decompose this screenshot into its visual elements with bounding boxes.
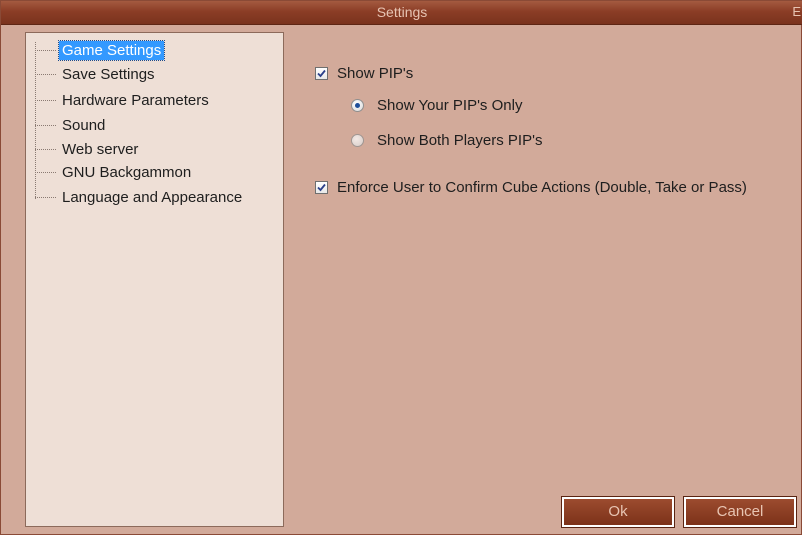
radio-label: Show Both Players PIP's xyxy=(377,132,543,149)
tree-connector xyxy=(35,73,56,75)
cancel-button[interactable]: Cancel xyxy=(683,496,797,528)
tree-item-label: Save Settings xyxy=(62,65,155,83)
tree-item-label: Language and Appearance xyxy=(62,188,243,206)
radio-dot-icon[interactable] xyxy=(351,99,364,112)
show-pips-checkbox[interactable]: Show PIP's xyxy=(315,65,413,82)
checkmark-icon[interactable] xyxy=(315,67,328,80)
show-pips-label: Show PIP's xyxy=(337,65,414,82)
tree-item-sound[interactable]: Sound xyxy=(35,114,108,136)
radio-empty-icon[interactable] xyxy=(351,134,364,147)
tree-item-language-and-appearance[interactable]: Language and Appearance xyxy=(35,186,245,208)
tree-connector xyxy=(35,49,56,51)
tree-item-label: GNU Backgammon xyxy=(62,163,192,181)
radio-show-both-players-pips[interactable]: Show Both Players PIP's xyxy=(351,132,542,149)
tree-connector xyxy=(35,124,56,126)
tree-item-game-settings[interactable]: Game Settings xyxy=(35,39,166,61)
checkmark-icon[interactable] xyxy=(315,181,328,194)
tree-item-web-server[interactable]: Web server xyxy=(35,138,141,160)
tree-connector xyxy=(35,171,56,173)
settings-window: Settings E Game Settings Save Settings H… xyxy=(0,0,802,535)
tree-connector xyxy=(35,99,56,101)
enforce-confirm-label: Enforce User to Confirm Cube Actions (Do… xyxy=(337,179,747,196)
tree-item-label: Web server xyxy=(62,140,139,158)
window-title: Settings xyxy=(376,4,428,20)
enforce-confirm-checkbox[interactable]: Enforce User to Confirm Cube Actions (Do… xyxy=(315,179,747,196)
tree-connector xyxy=(35,196,56,198)
tree-item-label: Hardware Parameters xyxy=(62,91,209,109)
tree-item-hardware-parameters[interactable]: Hardware Parameters xyxy=(35,89,212,111)
radio-label: Show Your PIP's Only xyxy=(377,97,523,114)
title-bar[interactable]: Settings E xyxy=(1,1,802,25)
tree-item-save-settings[interactable]: Save Settings xyxy=(35,63,158,85)
tree-item-label: Sound xyxy=(62,116,106,134)
tree-item-label: Game Settings xyxy=(57,39,166,61)
close-icon[interactable]: E xyxy=(792,4,801,19)
tree-connector xyxy=(35,148,56,150)
radio-show-your-pips-only[interactable]: Show Your PIP's Only xyxy=(351,97,522,114)
ok-button[interactable]: Ok xyxy=(561,496,675,528)
tree-item-gnu-backgammon[interactable]: GNU Backgammon xyxy=(35,161,194,183)
